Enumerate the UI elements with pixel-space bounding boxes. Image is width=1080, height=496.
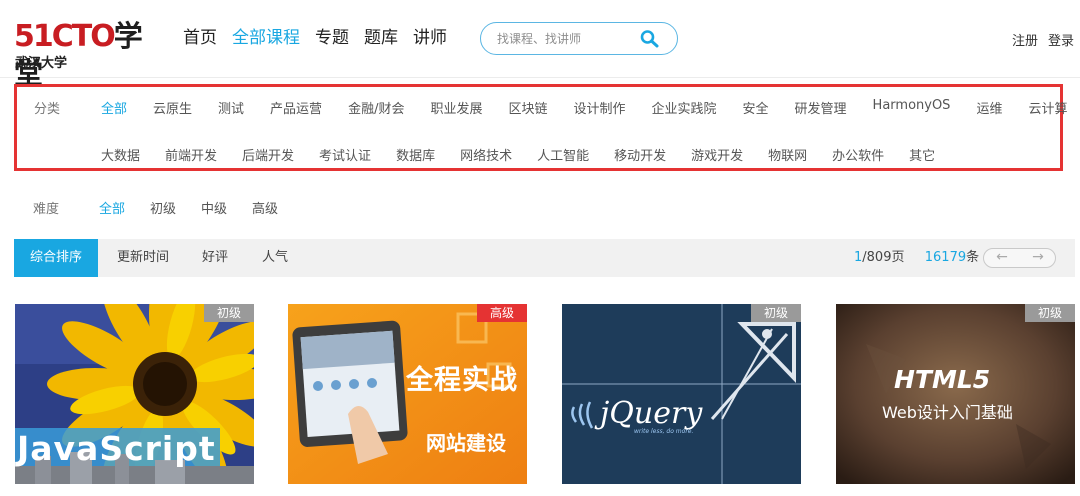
category-item[interactable]: 产品运营 [270,98,322,117]
category-label: 分类 [34,102,61,117]
course-card[interactable]: HTML5 Web设计入门基础 初级 [836,304,1075,484]
search-input[interactable] [497,30,637,48]
course-thumbnail-jquery [562,304,801,484]
category-row-2: 大数据 前端开发 后端开发 考试认证 数据库 网络技术 人工智能 移动开发 游戏… [101,145,935,164]
level-badge: 初级 [750,304,801,322]
register-link[interactable]: 注册 [1012,30,1038,49]
search-icon[interactable] [639,29,661,49]
course-subtitle-overlay: Web设计入门基础 [882,403,1013,422]
level-badge: 高级 [476,304,527,322]
category-item[interactable]: 安全 [743,98,769,117]
category-item[interactable]: 区块链 [508,98,547,117]
category-item[interactable]: 研发管理 [795,98,847,117]
pager-arrows: ← → [983,248,1056,268]
course-thumbnail-html5 [836,304,1075,484]
auth-links: 注册 登录 [1012,30,1074,49]
course-tagline: write less, do more. [634,428,694,435]
category-item[interactable]: 物联网 [768,145,807,164]
difficulty-item[interactable]: 中级 [201,198,227,217]
category-item[interactable]: 数据库 [396,145,435,164]
category-item[interactable]: 全部 [101,98,127,117]
nav-lecturers[interactable]: 讲师 [413,26,447,50]
difficulty-filter: 全部 初级 中级 高级 [99,198,278,217]
sort-rating[interactable]: 好评 [202,239,228,277]
level-badge: 初级 [203,304,254,322]
logo-brand: 51CTO [14,19,116,54]
result-count-unit: 条 [966,250,980,265]
category-row-1: 全部 云原生 测试 产品运营 金融/财会 职业发展 区块链 设计制作 企业实践院… [101,98,1067,117]
category-item[interactable]: 金融/财会 [348,98,404,117]
nav-all-courses[interactable]: 全部课程 [232,26,300,50]
nav-home[interactable]: 首页 [183,26,217,50]
level-badge: 初级 [1024,304,1075,322]
login-link[interactable]: 登录 [1048,30,1074,49]
category-item[interactable]: HarmonyOS [873,98,951,117]
category-item[interactable]: 考试认证 [319,145,371,164]
search-box [480,22,678,55]
category-item[interactable]: 前端开发 [165,145,217,164]
category-item[interactable]: 测试 [218,98,244,117]
site-logo[interactable]: 51CTO学堂 武汉大学 [14,18,164,90]
category-item[interactable]: 办公软件 [832,145,884,164]
prev-page-icon[interactable]: ← [984,249,1020,267]
sort-composite[interactable]: 综合排序 [14,239,98,277]
difficulty-label: 难度 [33,202,60,217]
category-item[interactable]: 大数据 [101,145,140,164]
category-item[interactable]: 网络技术 [460,145,512,164]
course-card[interactable]: jQuery write less, do more. 初级 [562,304,801,484]
course-card[interactable]: 全程实战 网站建设 高级 [288,304,527,484]
category-item[interactable]: 人工智能 [537,145,589,164]
nav-question-bank[interactable]: 题库 [364,26,398,50]
category-item[interactable]: 移动开发 [614,145,666,164]
next-page-icon[interactable]: → [1020,249,1056,267]
page-total: /809页 [862,250,905,265]
course-title-overlay: 全程实战 [406,365,518,396]
course-title-overlay: JavaScript [17,429,216,468]
difficulty-item[interactable]: 高级 [252,198,278,217]
category-filter: 分类 全部 云原生 测试 产品运营 金融/财会 职业发展 区块链 设计制作 企业… [14,84,1067,171]
category-item[interactable]: 云计算 [1028,98,1067,117]
course-title-overlay: HTML5 [894,365,991,394]
category-item[interactable]: 企业实践院 [652,98,717,117]
category-item[interactable]: 职业发展 [430,98,482,117]
site-header: 51CTO学堂 武汉大学 首页 全部课程 专题 题库 讲师 注册 登录 [0,0,1080,90]
difficulty-item[interactable]: 全部 [99,198,125,217]
course-title-overlay: jQuery [600,396,703,431]
logo-subtitle: 武汉大学 [15,56,68,71]
category-item[interactable]: 设计制作 [573,98,625,117]
category-item[interactable]: 后端开发 [242,145,294,164]
course-subtitle-overlay: 网站建设 [426,431,506,455]
main-nav: 首页 全部课程 专题 题库 讲师 [183,26,447,50]
result-count: 16179 [924,250,967,265]
category-item[interactable]: 其它 [909,145,935,164]
sort-popularity[interactable]: 人气 [262,239,288,277]
category-item[interactable]: 云原生 [153,98,192,117]
sort-update-time[interactable]: 更新时间 [117,239,169,277]
category-item[interactable]: 游戏开发 [691,145,743,164]
category-item[interactable]: 运维 [976,98,1002,117]
sort-bar: 综合排序 更新时间 好评 人气 1/809页 16179条 ← → [14,239,1075,277]
nav-topics[interactable]: 专题 [315,26,349,50]
pager-info: 1/809页 16179条 [854,239,979,277]
difficulty-item[interactable]: 初级 [150,198,176,217]
course-card[interactable]: JavaScript 初级 [15,304,254,484]
